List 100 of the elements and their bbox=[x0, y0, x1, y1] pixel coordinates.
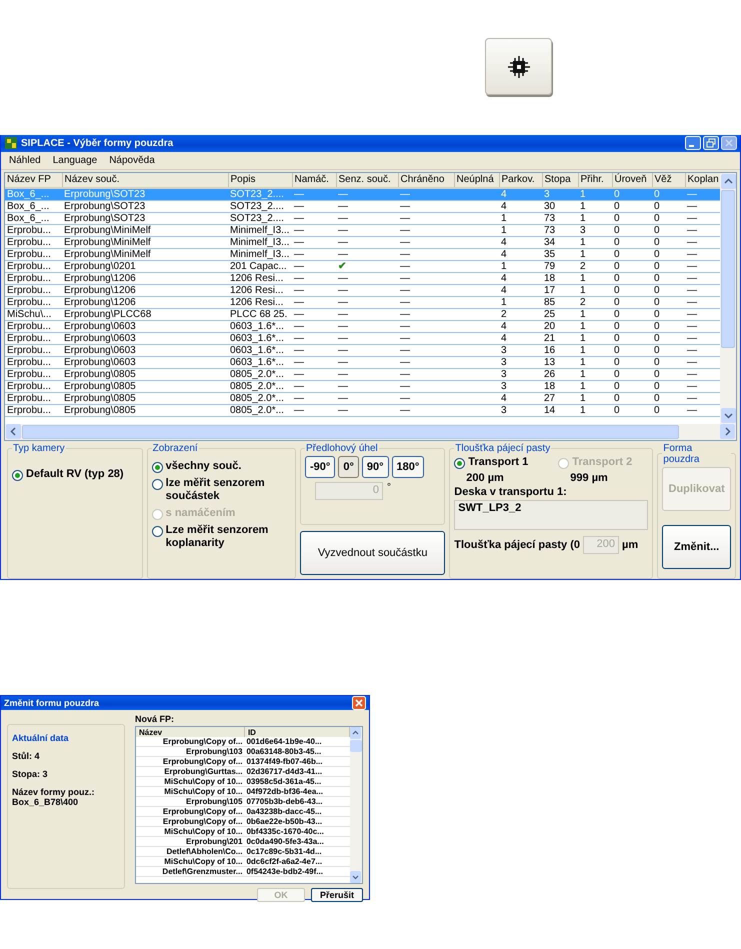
menu-item[interactable]: Nápověda bbox=[109, 154, 155, 166]
column-header[interactable]: Senz. souč. bbox=[336, 172, 398, 188]
column-header[interactable]: Název bbox=[136, 727, 244, 737]
app-icon bbox=[4, 136, 18, 150]
component-button[interactable] bbox=[485, 38, 552, 95]
table-cell: — bbox=[400, 380, 410, 392]
table-cell: 4 bbox=[501, 284, 507, 296]
table-cell: MiSchu\Copy of 10... bbox=[164, 777, 242, 786]
panel-heading: Aktuální data bbox=[12, 733, 70, 743]
table-cell: Erprobu... bbox=[7, 284, 51, 296]
table-cell: — bbox=[294, 392, 304, 404]
table-cell: 0 bbox=[654, 308, 660, 320]
table-cell: — bbox=[338, 356, 348, 368]
scroll-thumb[interactable] bbox=[22, 424, 679, 439]
group-title: Typ kamery bbox=[12, 442, 66, 454]
close-icon[interactable] bbox=[721, 136, 737, 150]
table-cell: 14 bbox=[544, 404, 556, 416]
table-cell: 73 bbox=[544, 224, 556, 236]
change-button[interactable]: Změnit... bbox=[662, 524, 731, 569]
angle-button[interactable]: 0° bbox=[338, 456, 359, 478]
column-header[interactable]: Stopa bbox=[542, 172, 578, 188]
table-cell: — bbox=[687, 296, 697, 308]
table-cell: 1 bbox=[580, 380, 586, 392]
angle-button[interactable]: -90° bbox=[305, 456, 336, 478]
column-header[interactable]: Chráněno bbox=[398, 172, 454, 188]
table-cell: Erprobu... bbox=[7, 392, 51, 404]
radio-indicator[interactable] bbox=[454, 458, 466, 469]
radio-indicator[interactable] bbox=[12, 470, 23, 481]
table-cell: 04f972db-bf36-4ea... bbox=[246, 787, 323, 796]
column-header[interactable]: Namáč. bbox=[292, 172, 336, 188]
restore-icon[interactable] bbox=[703, 136, 719, 150]
table-cell: 0603_1.6*... bbox=[230, 320, 284, 332]
table-cell: Erprobung\MiniMelf bbox=[64, 236, 151, 248]
radio-indicator[interactable] bbox=[152, 478, 163, 490]
menu-item[interactable]: Náhled bbox=[9, 154, 41, 166]
table-cell: 3 bbox=[544, 188, 550, 200]
table-cell: — bbox=[687, 212, 697, 224]
radio-option[interactable]: lze měřit senzorem součástek bbox=[152, 476, 292, 503]
info-text: Stopa: 3 bbox=[12, 769, 49, 779]
table-cell: 0805_2.0*... bbox=[230, 404, 284, 416]
radio-option[interactable]: Default RV (typ 28) bbox=[12, 468, 138, 481]
angle-button[interactable]: 180° bbox=[392, 456, 424, 478]
scroll-thumb[interactable] bbox=[721, 190, 735, 348]
table-cell: 0 bbox=[614, 212, 620, 224]
column-header[interactable]: Přihr. bbox=[578, 172, 612, 188]
table-cell: 4 bbox=[501, 320, 507, 332]
horizontal-scrollbar[interactable] bbox=[5, 424, 736, 440]
radio-option[interactable]: všechny souč. bbox=[152, 460, 292, 473]
unit-label: ° bbox=[387, 482, 392, 493]
table-cell: — bbox=[400, 332, 410, 344]
table-cell: Erprobung\0603 bbox=[64, 332, 136, 344]
table-cell: — bbox=[338, 308, 348, 320]
board-field[interactable]: SWT_LP3_2 bbox=[454, 500, 648, 530]
table-cell: 3 bbox=[501, 356, 507, 368]
column-header[interactable]: Koplan bbox=[685, 172, 720, 188]
table-cell: — bbox=[294, 368, 304, 380]
table-cell: 1 bbox=[580, 284, 586, 296]
info-text: Stůl: 4 bbox=[12, 751, 41, 761]
minimize-icon[interactable] bbox=[685, 136, 701, 150]
pick-up-button[interactable]: Vyzvednout součástku bbox=[300, 530, 446, 575]
table-cell: 0 bbox=[614, 224, 620, 236]
column-header[interactable]: Název souč. bbox=[62, 172, 228, 188]
table-cell: Erprobung\Copy of... bbox=[162, 807, 242, 816]
column-header[interactable]: Popis bbox=[228, 172, 292, 188]
table-cell: 0 bbox=[614, 404, 620, 416]
table-cell: — bbox=[294, 188, 304, 200]
radio-indicator[interactable] bbox=[152, 462, 163, 473]
table-cell: 0b6ae22e-b50b-43... bbox=[246, 817, 322, 826]
table-cell: 0 bbox=[654, 332, 660, 344]
table-cell: Erprobu... bbox=[7, 296, 51, 308]
table-cell: — bbox=[687, 320, 697, 332]
table-cell: Erprobu... bbox=[7, 368, 51, 380]
angle-button[interactable]: 90° bbox=[362, 456, 388, 478]
column-header[interactable]: Úroveň bbox=[612, 172, 652, 188]
column-header[interactable]: Parkov. bbox=[499, 172, 542, 188]
vertical-scrollbar[interactable] bbox=[720, 172, 736, 424]
table-cell: — bbox=[400, 260, 410, 272]
table-cell: Erprobung\0603 bbox=[64, 356, 136, 368]
table-cell: 0c17c89c-5b31-4d... bbox=[246, 847, 322, 856]
table-cell: 0 bbox=[614, 320, 620, 332]
column-header[interactable]: Neúplná bbox=[454, 172, 499, 188]
table-cell: 3 bbox=[501, 368, 507, 380]
menu-item[interactable]: Language bbox=[52, 154, 98, 166]
table-cell: 0603_1.6*... bbox=[230, 332, 284, 344]
table-cell: 1206 Resi... bbox=[230, 296, 284, 308]
table-cell: 1 bbox=[501, 260, 507, 272]
table-cell: 0 bbox=[614, 356, 620, 368]
column-header[interactable]: Věž bbox=[652, 172, 685, 188]
radio-option[interactable]: Lze měřit senzorem koplanarity bbox=[152, 524, 292, 550]
table-cell: Erprobung\Copy of... bbox=[162, 737, 242, 746]
table-cell: 0 bbox=[614, 332, 620, 344]
info-text: Název formy pouz.: bbox=[12, 787, 96, 797]
vertical-scrollbar[interactable] bbox=[350, 727, 362, 883]
scroll-thumb[interactable] bbox=[350, 740, 362, 752]
column-header[interactable]: ID bbox=[244, 727, 350, 737]
column-header[interactable]: Název FP bbox=[5, 172, 62, 188]
radio-option[interactable]: Transport 1 bbox=[454, 456, 544, 469]
thickness-value: 200 µm bbox=[465, 472, 505, 484]
radio-indicator[interactable] bbox=[152, 526, 163, 537]
cancel-button[interactable]: Přerušit bbox=[310, 888, 363, 902]
